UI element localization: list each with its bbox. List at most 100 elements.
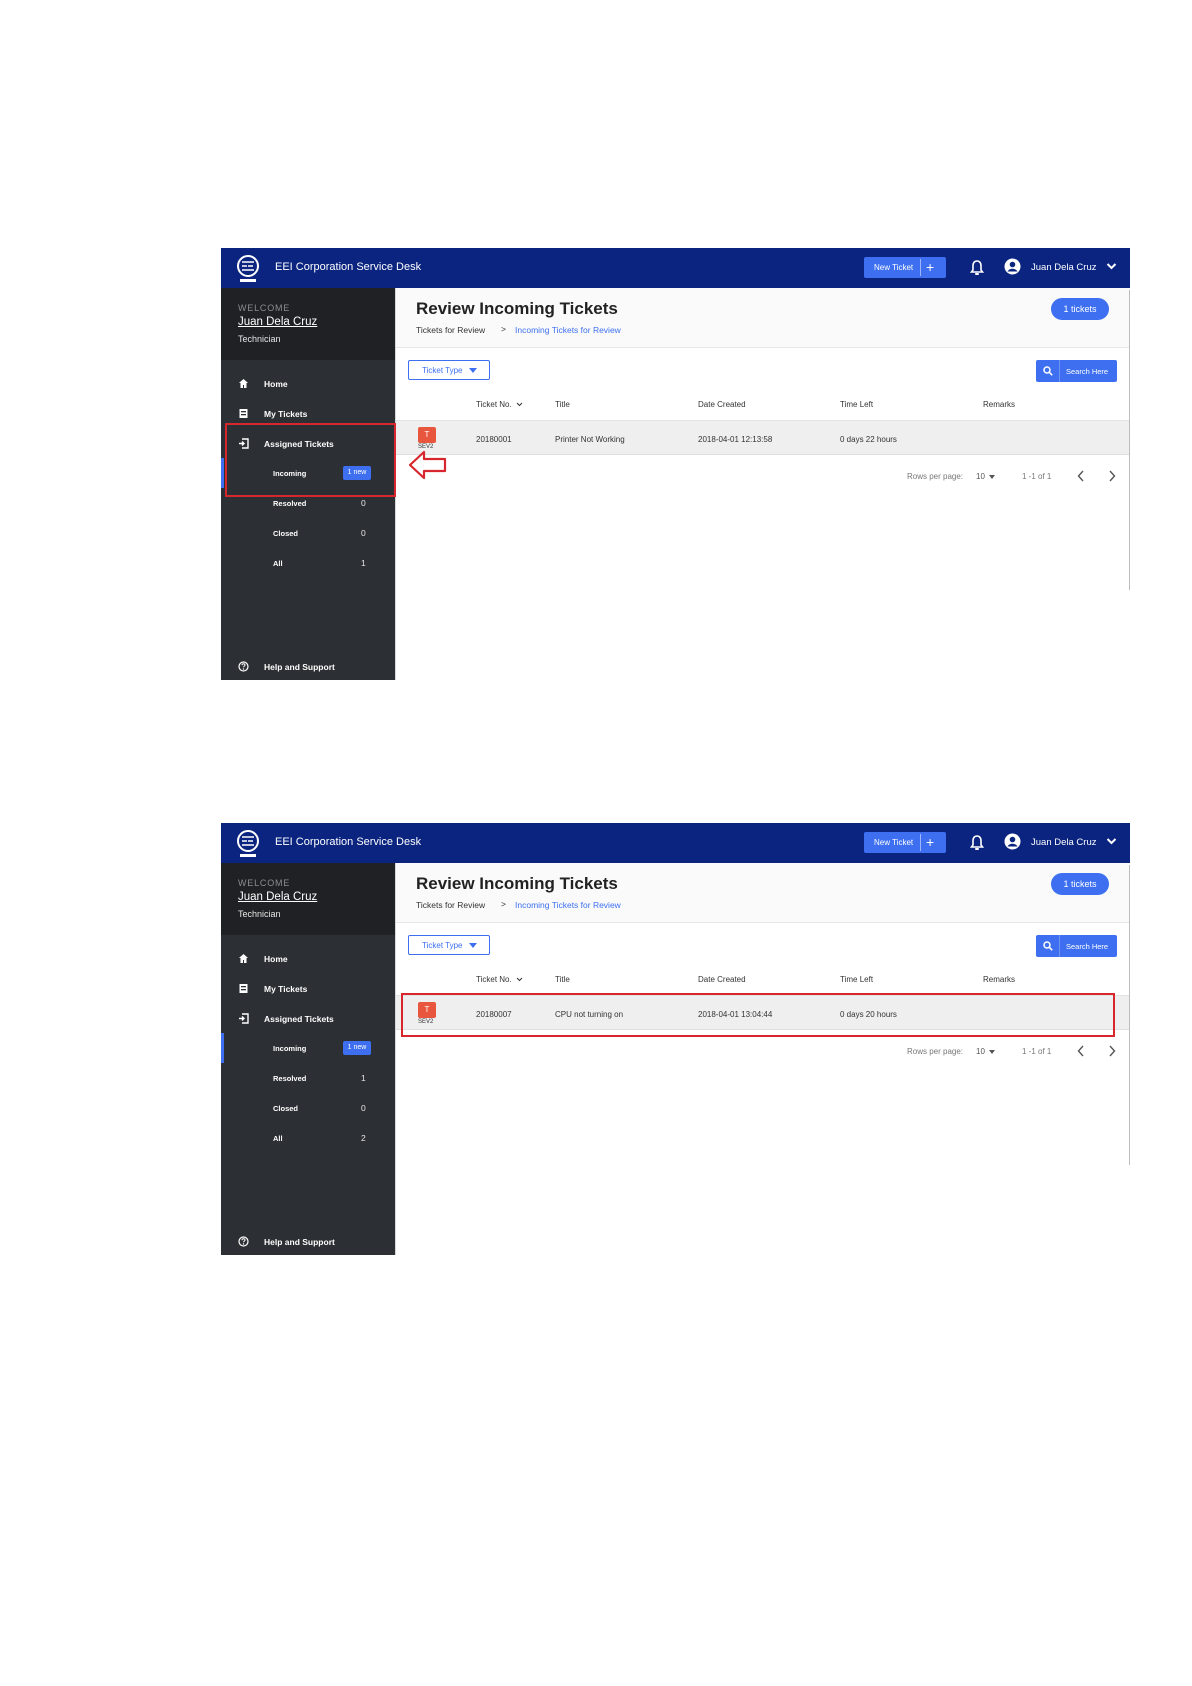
bell-icon[interactable] — [970, 835, 984, 851]
rows-per-page-value: 10 — [976, 1047, 985, 1056]
column-header-ticket-no[interactable]: Ticket No. — [476, 400, 523, 409]
ticket-count-badge: 1 tickets — [1051, 873, 1109, 895]
chevron-left-icon[interactable] — [1077, 1045, 1085, 1057]
breadcrumb-separator: > — [501, 324, 506, 334]
new-ticket-button[interactable]: New Ticket + — [864, 832, 946, 853]
sidebar-subitem-label: Closed — [273, 1104, 299, 1113]
welcome-panel: WELCOME Juan Dela Cruz Technician — [221, 863, 395, 935]
column-header-date-created[interactable]: Date Created — [698, 400, 746, 409]
sort-down-icon — [516, 403, 523, 407]
account-circle-icon[interactable] — [1004, 833, 1021, 850]
sidebar-subitem-all[interactable]: All 1 — [221, 548, 395, 578]
ticket-type-label: Ticket Type — [422, 941, 463, 950]
table-row[interactable]: T SEV2 20180001 Printer Not Working 2018… — [396, 421, 1130, 455]
search-divider — [1059, 360, 1060, 382]
column-header-date-created[interactable]: Date Created — [698, 975, 746, 984]
sidebar-item-home[interactable]: Home — [221, 368, 395, 398]
search-label: Search Here — [1066, 367, 1109, 376]
sidebar-subitem-all[interactable]: All 2 — [221, 1123, 395, 1153]
sidebar-subitem-label: Resolved — [273, 499, 307, 508]
breadcrumb-separator: > — [501, 899, 506, 909]
new-ticket-divider — [920, 834, 921, 851]
caret-down-icon — [469, 943, 477, 948]
new-ticket-button[interactable]: New Ticket + — [864, 257, 946, 278]
welcome-user-link[interactable]: Juan Dela Cruz — [238, 891, 317, 903]
sidebar-subitem-resolved[interactable]: Resolved 1 — [221, 1063, 395, 1093]
search-button[interactable]: Search Here — [1036, 935, 1117, 957]
eei-logo-icon — [237, 830, 259, 857]
ticket-count-badge: 1 tickets — [1051, 298, 1109, 320]
user-name[interactable]: Juan Dela Cruz — [1031, 262, 1096, 273]
rows-per-page-label: Rows per page: — [907, 1047, 964, 1056]
sidebar-item-label: Home — [264, 954, 288, 964]
new-ticket-divider — [920, 259, 921, 276]
app-title: EEI Corporation Service Desk — [275, 836, 422, 848]
column-header-time-left[interactable]: Time Left — [840, 975, 873, 984]
scrollbar[interactable] — [1129, 865, 1130, 1165]
main-content: Review Incoming Tickets Tickets for Revi… — [395, 288, 1130, 680]
welcome-user-link[interactable]: Juan Dela Cruz — [238, 316, 317, 328]
sidebar-item-label: Assigned Tickets — [264, 1014, 334, 1024]
active-indicator — [221, 458, 224, 488]
sidebar: WELCOME Juan Dela Cruz Technician Home M… — [221, 863, 395, 1255]
ticket-type-dropdown[interactable]: Ticket Type — [408, 360, 490, 380]
scrollbar[interactable] — [1129, 290, 1130, 590]
sidebar-item-label: Help and Support — [264, 1237, 335, 1247]
ticket-type-dropdown[interactable]: Ticket Type — [408, 935, 490, 955]
chevron-left-icon[interactable] — [1077, 470, 1085, 482]
screenshot-2: EEI Corporation Service Desk New Ticket … — [221, 823, 1130, 1255]
help-icon — [238, 661, 249, 672]
welcome-label: WELCOME — [238, 878, 291, 888]
plus-icon: + — [926, 259, 935, 275]
eei-logo-icon — [237, 255, 259, 282]
welcome-label: WELCOME — [238, 303, 291, 313]
sidebar-subitem-closed[interactable]: Closed 0 — [221, 1093, 395, 1123]
sidebar-item-my-tickets[interactable]: My Tickets — [221, 973, 395, 1003]
sidebar-item-assigned-tickets[interactable]: Assigned Tickets — [221, 1003, 395, 1033]
chevron-down-icon[interactable] — [1106, 837, 1117, 846]
screenshot-1: EEI Corporation Service Desk New Ticket … — [221, 248, 1130, 680]
rows-per-page-value: 10 — [976, 472, 985, 481]
breadcrumb-tickets-for-review[interactable]: Tickets for Review — [416, 900, 485, 910]
rows-per-page-select[interactable]: 10 — [976, 472, 995, 481]
sidebar-subitem-closed[interactable]: Closed 0 — [221, 518, 395, 548]
help-icon — [238, 1236, 249, 1247]
caret-down-icon — [988, 1049, 995, 1054]
sidebar-subitem-incoming[interactable]: Incoming 1 new — [221, 1033, 395, 1063]
chevron-right-icon[interactable] — [1108, 1045, 1116, 1057]
new-ticket-label: New Ticket — [874, 838, 914, 847]
breadcrumb-tickets-for-review[interactable]: Tickets for Review — [416, 325, 485, 335]
sidebar-item-help[interactable]: Help and Support — [221, 1226, 395, 1255]
user-name[interactable]: Juan Dela Cruz — [1031, 837, 1096, 848]
column-header-title[interactable]: Title — [555, 975, 570, 984]
column-header-title[interactable]: Title — [555, 400, 570, 409]
column-header-remarks[interactable]: Remarks — [983, 975, 1015, 984]
resolved-count: 0 — [361, 498, 366, 508]
breadcrumb-incoming-tickets[interactable]: Incoming Tickets for Review — [515, 900, 621, 910]
search-label: Search Here — [1066, 942, 1109, 951]
column-header-ticket-no[interactable]: Ticket No. — [476, 975, 523, 984]
active-indicator — [221, 1033, 224, 1063]
sidebar-item-help[interactable]: Help and Support — [221, 651, 395, 680]
account-circle-icon[interactable] — [1004, 258, 1021, 275]
chevron-down-icon[interactable] — [1106, 262, 1117, 271]
column-header-remarks[interactable]: Remarks — [983, 400, 1015, 409]
sidebar-item-label: My Tickets — [264, 984, 308, 994]
chevron-right-icon[interactable] — [1108, 470, 1116, 482]
rows-per-page-select[interactable]: 10 — [976, 1047, 995, 1056]
sidebar-item-home[interactable]: Home — [221, 943, 395, 973]
caret-down-icon — [469, 368, 477, 373]
search-button[interactable]: Search Here — [1036, 360, 1117, 382]
search-icon — [1043, 366, 1053, 376]
new-ticket-label: New Ticket — [874, 263, 914, 272]
sidebar-subitem-label: All — [273, 559, 283, 568]
ticket-list-icon — [239, 409, 248, 418]
column-header-label: Ticket No. — [476, 400, 512, 409]
sort-down-icon — [516, 978, 523, 982]
column-header-time-left[interactable]: Time Left — [840, 400, 873, 409]
bell-icon[interactable] — [970, 260, 984, 276]
breadcrumb-incoming-tickets[interactable]: Incoming Tickets for Review — [515, 325, 621, 335]
ticket-list-icon — [239, 984, 248, 993]
ticket-number: 20180001 — [476, 435, 512, 444]
highlight-box-ticket-row — [401, 993, 1115, 1037]
